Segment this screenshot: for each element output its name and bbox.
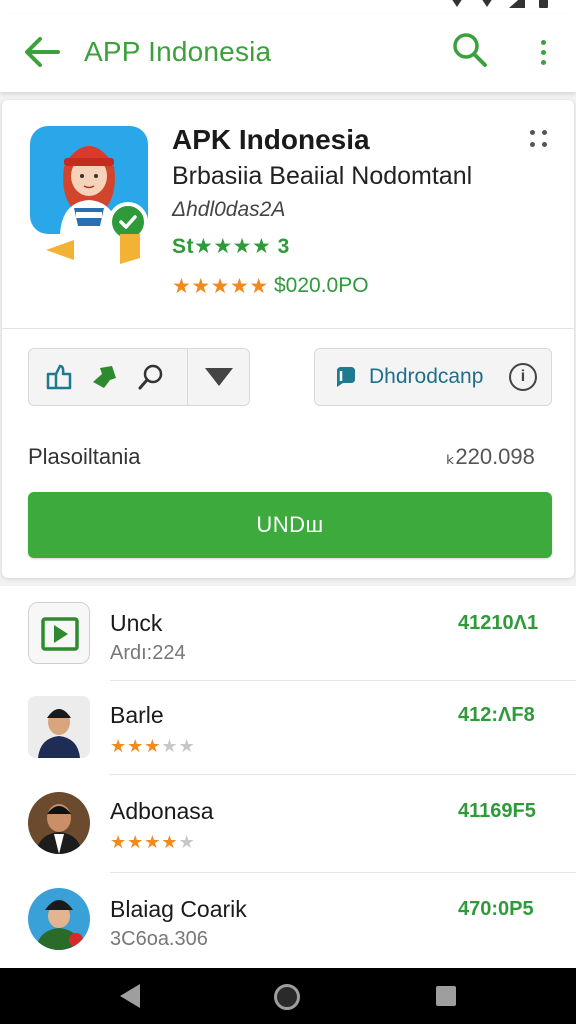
nav-recents-button[interactable] (436, 986, 456, 1006)
list-item-subtitle: Ardı:224 (110, 642, 186, 664)
magnifier-icon (138, 364, 163, 390)
more-options-button[interactable] (532, 32, 554, 72)
toolbar-separator (187, 348, 188, 406)
install-button[interactable]: UNDш (28, 492, 552, 558)
download-button[interactable]: Dhdrodcanp i (314, 348, 552, 406)
star-empty-icon: ★ (178, 736, 196, 756)
list-item-value: 412:ΛF8 (458, 704, 535, 726)
dropdown-button[interactable] (202, 361, 234, 393)
back-button[interactable] (22, 34, 62, 70)
list-item[interactable]: Barle ★★★★★ 412:ΛF8 (0, 682, 576, 778)
nav-back-button[interactable] (120, 984, 140, 1008)
more-vert-icon (540, 39, 546, 45)
search-button[interactable] (450, 30, 490, 70)
star-empty-icon: ★ (161, 736, 179, 756)
nav-home-button[interactable] (274, 984, 300, 1010)
star-rating: ★★★★★ (110, 832, 196, 853)
signal-icon (509, 0, 525, 8)
star-filled-icon: ★ (110, 832, 128, 852)
list-item-icon (28, 602, 90, 664)
star-empty-icon: ★ (178, 832, 196, 852)
action-toolbar (28, 348, 250, 406)
battery-icon (539, 0, 548, 8)
divider (110, 774, 576, 775)
person-avatar-icon (28, 792, 90, 854)
star-filled-icon: ★ (144, 736, 162, 756)
play-box-icon (41, 617, 79, 651)
star-rating: ★★★★★ (110, 736, 196, 757)
star-filled-icon: ★ (110, 736, 128, 756)
list-item-value: 41169F5 (458, 800, 536, 822)
divider (2, 328, 574, 329)
pin-icon (93, 366, 116, 388)
list-item[interactable]: Unck Ardı:224 41210Λ1 (0, 586, 576, 682)
price-stars: ★★★★★ (172, 275, 269, 298)
price-value: ₖ220.098 (446, 444, 535, 469)
avatar (28, 792, 90, 854)
list-item[interactable]: Adbonasa ★★★★★ 41169F5 (0, 778, 576, 874)
list-item-title: Barle (110, 702, 164, 728)
app-icon (30, 126, 148, 242)
pin-button[interactable] (89, 361, 121, 393)
app-name: APK Indonesia (172, 124, 370, 155)
caret-down-icon (205, 368, 233, 386)
list-item-title: Adbonasa (110, 798, 214, 824)
avatar (28, 888, 90, 950)
rating-text: St★★★★ 3 (172, 235, 290, 258)
star-filled-icon: ★ (161, 832, 179, 852)
star-filled-icon: ★ (127, 736, 145, 756)
list-item-subtitle: 3C6oa.306 (110, 928, 208, 950)
price-label: Plasoiltania (28, 444, 141, 469)
app-price: $020.0PO (274, 274, 369, 297)
zoom-button[interactable] (135, 361, 167, 393)
search-icon (453, 33, 487, 67)
person-avatar-icon (28, 888, 90, 950)
app-menu-button[interactable] (530, 130, 554, 150)
status-bar (0, 0, 576, 14)
developer-name: Brbasiia Beaiial Nodomtanl (172, 162, 473, 190)
app-bar: APP Indonesia (0, 14, 576, 92)
list-item-title: Unck (110, 610, 163, 636)
list-item-title: Blaiag Coarik (110, 896, 247, 922)
status-icons (449, 0, 562, 8)
list-item-value: 470:0P5 (458, 898, 534, 920)
data-icon (479, 0, 495, 7)
info-icon[interactable]: i (509, 363, 537, 391)
avatar (28, 696, 90, 758)
app-id: Δhdl0das2A (172, 198, 286, 221)
page-title: APP Indonesia (84, 36, 272, 67)
star-filled-icon: ★ (144, 832, 162, 852)
share-button[interactable] (43, 361, 75, 393)
ribbon-right (120, 234, 140, 264)
check-badge-icon (119, 215, 137, 229)
star-filled-icon: ★ (127, 832, 145, 852)
ribbon-left (46, 240, 74, 260)
list-item[interactable]: Blaiag Coarik 3C6oa.306 470:0P5 (0, 874, 576, 970)
divider (110, 680, 576, 681)
system-nav-bar (0, 968, 576, 1024)
share-icon (46, 364, 72, 390)
app-detail-card: APK Indonesia Brbasiia Beaiial Nodomtanl… (2, 100, 574, 578)
arrow-left-icon (25, 37, 60, 67)
download-icon (337, 367, 355, 387)
divider (110, 872, 576, 873)
download-label: Dhdrodcanp (369, 365, 484, 388)
wifi-icon (449, 0, 465, 7)
person-avatar-icon (28, 696, 90, 758)
list-item-value: 41210Λ1 (458, 612, 539, 634)
app-list: Unck Ardı:224 41210Λ1 Barle ★★★★★ 412:ΛF… (0, 586, 576, 968)
